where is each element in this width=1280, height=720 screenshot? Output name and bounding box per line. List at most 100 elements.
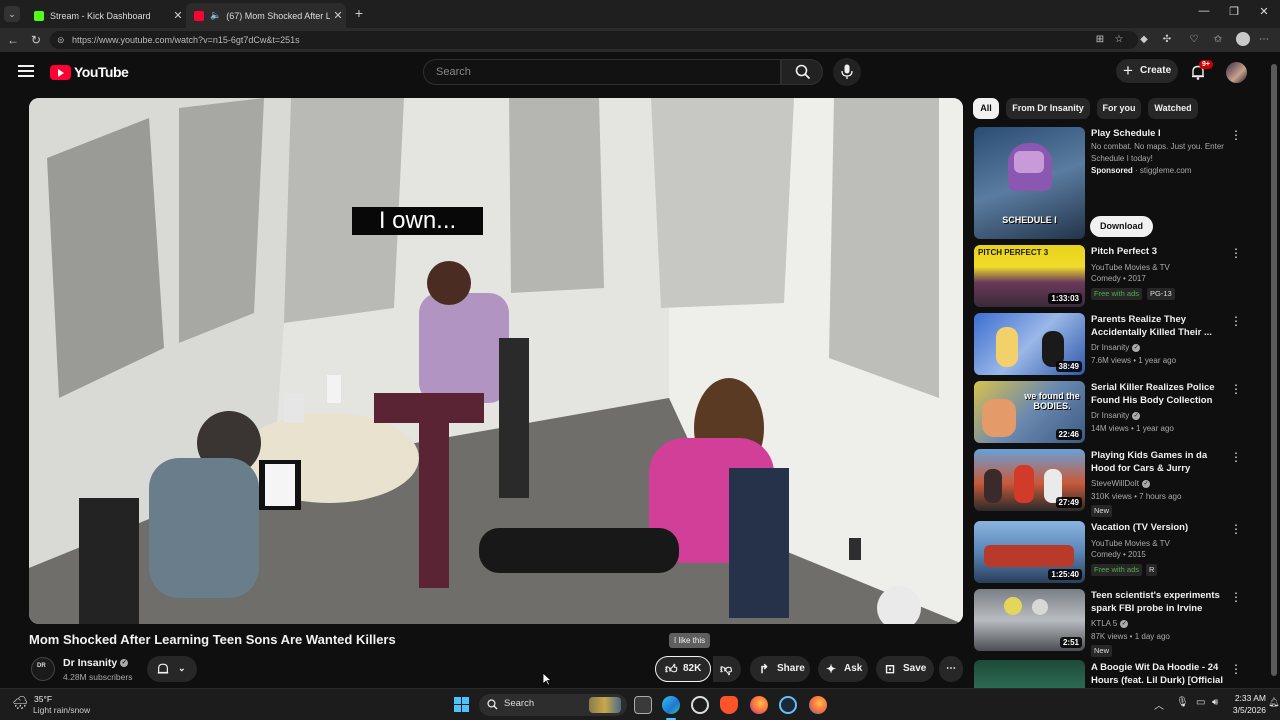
notifications-dropdown-button[interactable]: ⌄ bbox=[147, 656, 197, 682]
sponsored-thumbnail[interactable]: SCHEDULE I bbox=[974, 127, 1085, 239]
chip-for-you[interactable]: For you bbox=[1097, 98, 1141, 119]
volume-tray-icon[interactable]: 🔊︎ bbox=[1212, 697, 1218, 708]
new-tab-plus-icon[interactable]: + bbox=[352, 6, 366, 20]
rec-channel[interactable]: Dr Insanity ✓ bbox=[1091, 342, 1141, 353]
reload-icon[interactable]: ↻ bbox=[29, 33, 43, 47]
account-avatar[interactable] bbox=[1226, 62, 1247, 83]
rec-title[interactable]: Pitch Perfect 3 bbox=[1091, 245, 1229, 258]
rec-channel[interactable]: YouTube Movies & TV bbox=[1091, 262, 1170, 273]
speaker-icon[interactable]: 🔈 bbox=[210, 10, 221, 21]
video-player[interactable] bbox=[29, 98, 963, 624]
chatgpt-icon[interactable] bbox=[691, 696, 709, 714]
close-window-icon[interactable]: ✕ bbox=[1254, 5, 1274, 21]
channel-text: Dr Insanity bbox=[1091, 343, 1130, 352]
chip-from-dr-insanity[interactable]: From Dr Insanity bbox=[1006, 98, 1090, 119]
like-button[interactable]: 👍︎ 82K bbox=[655, 656, 711, 682]
notifications-bell-icon[interactable]: 9+ bbox=[1190, 60, 1213, 80]
more-options-icon[interactable]: ⋮ bbox=[1230, 247, 1242, 259]
display-tray-icon[interactable]: ▭ bbox=[1196, 697, 1205, 708]
page-scrollbar[interactable] bbox=[1268, 52, 1280, 688]
taskbar-search-box[interactable]: Search bbox=[479, 694, 627, 716]
start-windows-icon[interactable] bbox=[454, 697, 470, 713]
more-options-icon[interactable]: ⋮ bbox=[1230, 663, 1242, 675]
youtube-header: YouTube Search + Create 9+ bbox=[0, 52, 1268, 92]
more-actions-button[interactable]: ⋯ bbox=[939, 656, 963, 682]
browser-essentials-icon[interactable]: ♡ bbox=[1188, 34, 1200, 46]
rec-title[interactable]: A Boogie Wit Da Hoodie - 24 Hours (feat.… bbox=[1091, 661, 1229, 688]
rec-thumbnail[interactable]: 38:49 bbox=[974, 313, 1085, 375]
edge-browser-icon[interactable] bbox=[662, 696, 680, 714]
ask-button[interactable]: ✦ Ask bbox=[818, 656, 868, 682]
rec-channel[interactable]: YouTube Movies & TV bbox=[1091, 538, 1170, 549]
site-info-icon[interactable]: ⊜ bbox=[57, 31, 65, 49]
channel-avatar[interactable]: DR bbox=[31, 657, 55, 681]
minimize-icon[interactable]: — bbox=[1194, 5, 1214, 21]
hamburger-menu-icon[interactable] bbox=[18, 65, 34, 79]
profile-avatar[interactable] bbox=[1236, 32, 1250, 46]
rec-thumbnail[interactable]: 27:49 bbox=[974, 449, 1085, 511]
create-button[interactable]: + Create bbox=[1116, 59, 1178, 83]
notification-center-icon[interactable]: 🔔︎ bbox=[1268, 697, 1279, 708]
chip-all[interactable]: All bbox=[973, 98, 999, 119]
rec-thumbnail[interactable]: 2:51 bbox=[974, 589, 1085, 651]
rec-thumbnail[interactable]: 1:25:40 bbox=[974, 521, 1085, 583]
tab-kick-dashboard[interactable]: Stream - Kick Dashboard ✕ bbox=[26, 3, 186, 28]
rec-sponsor-line: Sponsored · stiggleme.com bbox=[1091, 166, 1192, 175]
voice-search-button[interactable] bbox=[833, 58, 861, 86]
microphone-tray-icon[interactable]: 🎙︎ bbox=[1176, 697, 1189, 708]
youtube-logo[interactable]: YouTube bbox=[50, 64, 129, 80]
extensions-puzzle-icon[interactable]: ✣ bbox=[1161, 34, 1173, 46]
rec-title[interactable]: Vacation (TV Version) bbox=[1091, 521, 1229, 534]
thumbs-down-icon: 👎︎ bbox=[720, 662, 733, 676]
rec-thumbnail[interactable]: we found the BODIES. 22:46 bbox=[974, 381, 1085, 443]
rec-title[interactable]: Parents Realize They Accidentally Killed… bbox=[1091, 313, 1229, 339]
dislike-button[interactable]: 👎︎ bbox=[713, 656, 741, 682]
restore-icon[interactable]: ❐ bbox=[1224, 5, 1244, 21]
rec-thumbnail[interactable] bbox=[974, 660, 1085, 688]
steam-icon[interactable] bbox=[779, 696, 797, 714]
rec-channel[interactable]: KTLA 5 ✓ bbox=[1091, 618, 1129, 629]
rec-channel[interactable]: Dr Insanity ✓ bbox=[1091, 410, 1141, 421]
more-options-icon[interactable]: ⋮ bbox=[1230, 129, 1242, 141]
more-options-icon[interactable]: ⋮ bbox=[1230, 591, 1242, 603]
brave-browser-icon[interactable] bbox=[720, 696, 738, 714]
tab-youtube-video[interactable]: 🔈 (67) Mom Shocked After Lear ✕ bbox=[186, 3, 346, 28]
close-tab-icon[interactable]: ✕ bbox=[330, 9, 346, 22]
rec-title[interactable]: Playing Kids Games in da Hood for Cars &… bbox=[1091, 449, 1229, 475]
more-options-icon[interactable]: ⋮ bbox=[1230, 383, 1242, 395]
search-button[interactable] bbox=[781, 59, 823, 85]
rec-channel[interactable]: SteveWillDoIt ✓ bbox=[1091, 478, 1151, 489]
show-hidden-icons-chevron-icon[interactable]: ︿ bbox=[1154, 697, 1164, 712]
clock[interactable]: 2:33 AM 3/5/2026 bbox=[1230, 693, 1266, 715]
close-tab-icon[interactable]: ✕ bbox=[170, 9, 186, 22]
share-button[interactable]: ↱ Share bbox=[750, 656, 810, 682]
rec-title[interactable]: Serial Killer Realizes Police Found His … bbox=[1091, 381, 1229, 407]
duration-badge: 27:49 bbox=[1055, 497, 1082, 508]
rec-title[interactable]: Play Schedule I bbox=[1091, 127, 1229, 140]
rec-meta: 7.6M views • 1 year ago bbox=[1091, 356, 1177, 365]
taskbar-search-label: Search bbox=[504, 698, 535, 709]
more-options-icon[interactable]: ⋮ bbox=[1230, 315, 1242, 327]
channel-name[interactable]: Dr Insanity ✓ bbox=[63, 657, 129, 669]
url-field[interactable]: ⊜ https://www.youtube.com/watch?v=n15-6g… bbox=[50, 31, 1138, 49]
favorite-star-icon[interactable]: ☆ bbox=[1113, 34, 1125, 46]
more-menu-icon[interactable]: ⋯ bbox=[1258, 34, 1270, 46]
firefox-icon[interactable] bbox=[750, 696, 768, 714]
task-view-icon[interactable] bbox=[634, 696, 652, 714]
favorites-icon[interactable]: ✩ bbox=[1212, 34, 1224, 46]
more-options-icon[interactable]: ⋮ bbox=[1230, 451, 1242, 463]
firefox-dev-icon[interactable] bbox=[809, 696, 827, 714]
app-available-icon[interactable]: ⊞ bbox=[1094, 34, 1106, 46]
chip-watched[interactable]: Watched bbox=[1148, 98, 1198, 119]
weather-widget[interactable]: 🌧︎ 35°F Light rain/snow bbox=[12, 693, 112, 717]
more-options-icon[interactable]: ⋮ bbox=[1230, 523, 1242, 535]
download-button[interactable]: Download bbox=[1090, 216, 1153, 237]
save-button[interactable]: ⊡ Save bbox=[876, 656, 934, 682]
back-icon[interactable]: ← bbox=[6, 33, 20, 47]
tab-list-chevron-icon[interactable]: ⌄ bbox=[4, 6, 20, 22]
scrollbar-thumb[interactable] bbox=[1271, 64, 1277, 676]
rec-title[interactable]: Teen scientist's experiments spark FBI p… bbox=[1091, 589, 1229, 615]
search-input[interactable]: Search bbox=[423, 59, 781, 85]
extension-diamond-icon[interactable]: ◆ bbox=[1138, 34, 1150, 46]
rec-thumbnail[interactable]: PITCH PERFECT 3 1:33:03 bbox=[974, 245, 1085, 307]
